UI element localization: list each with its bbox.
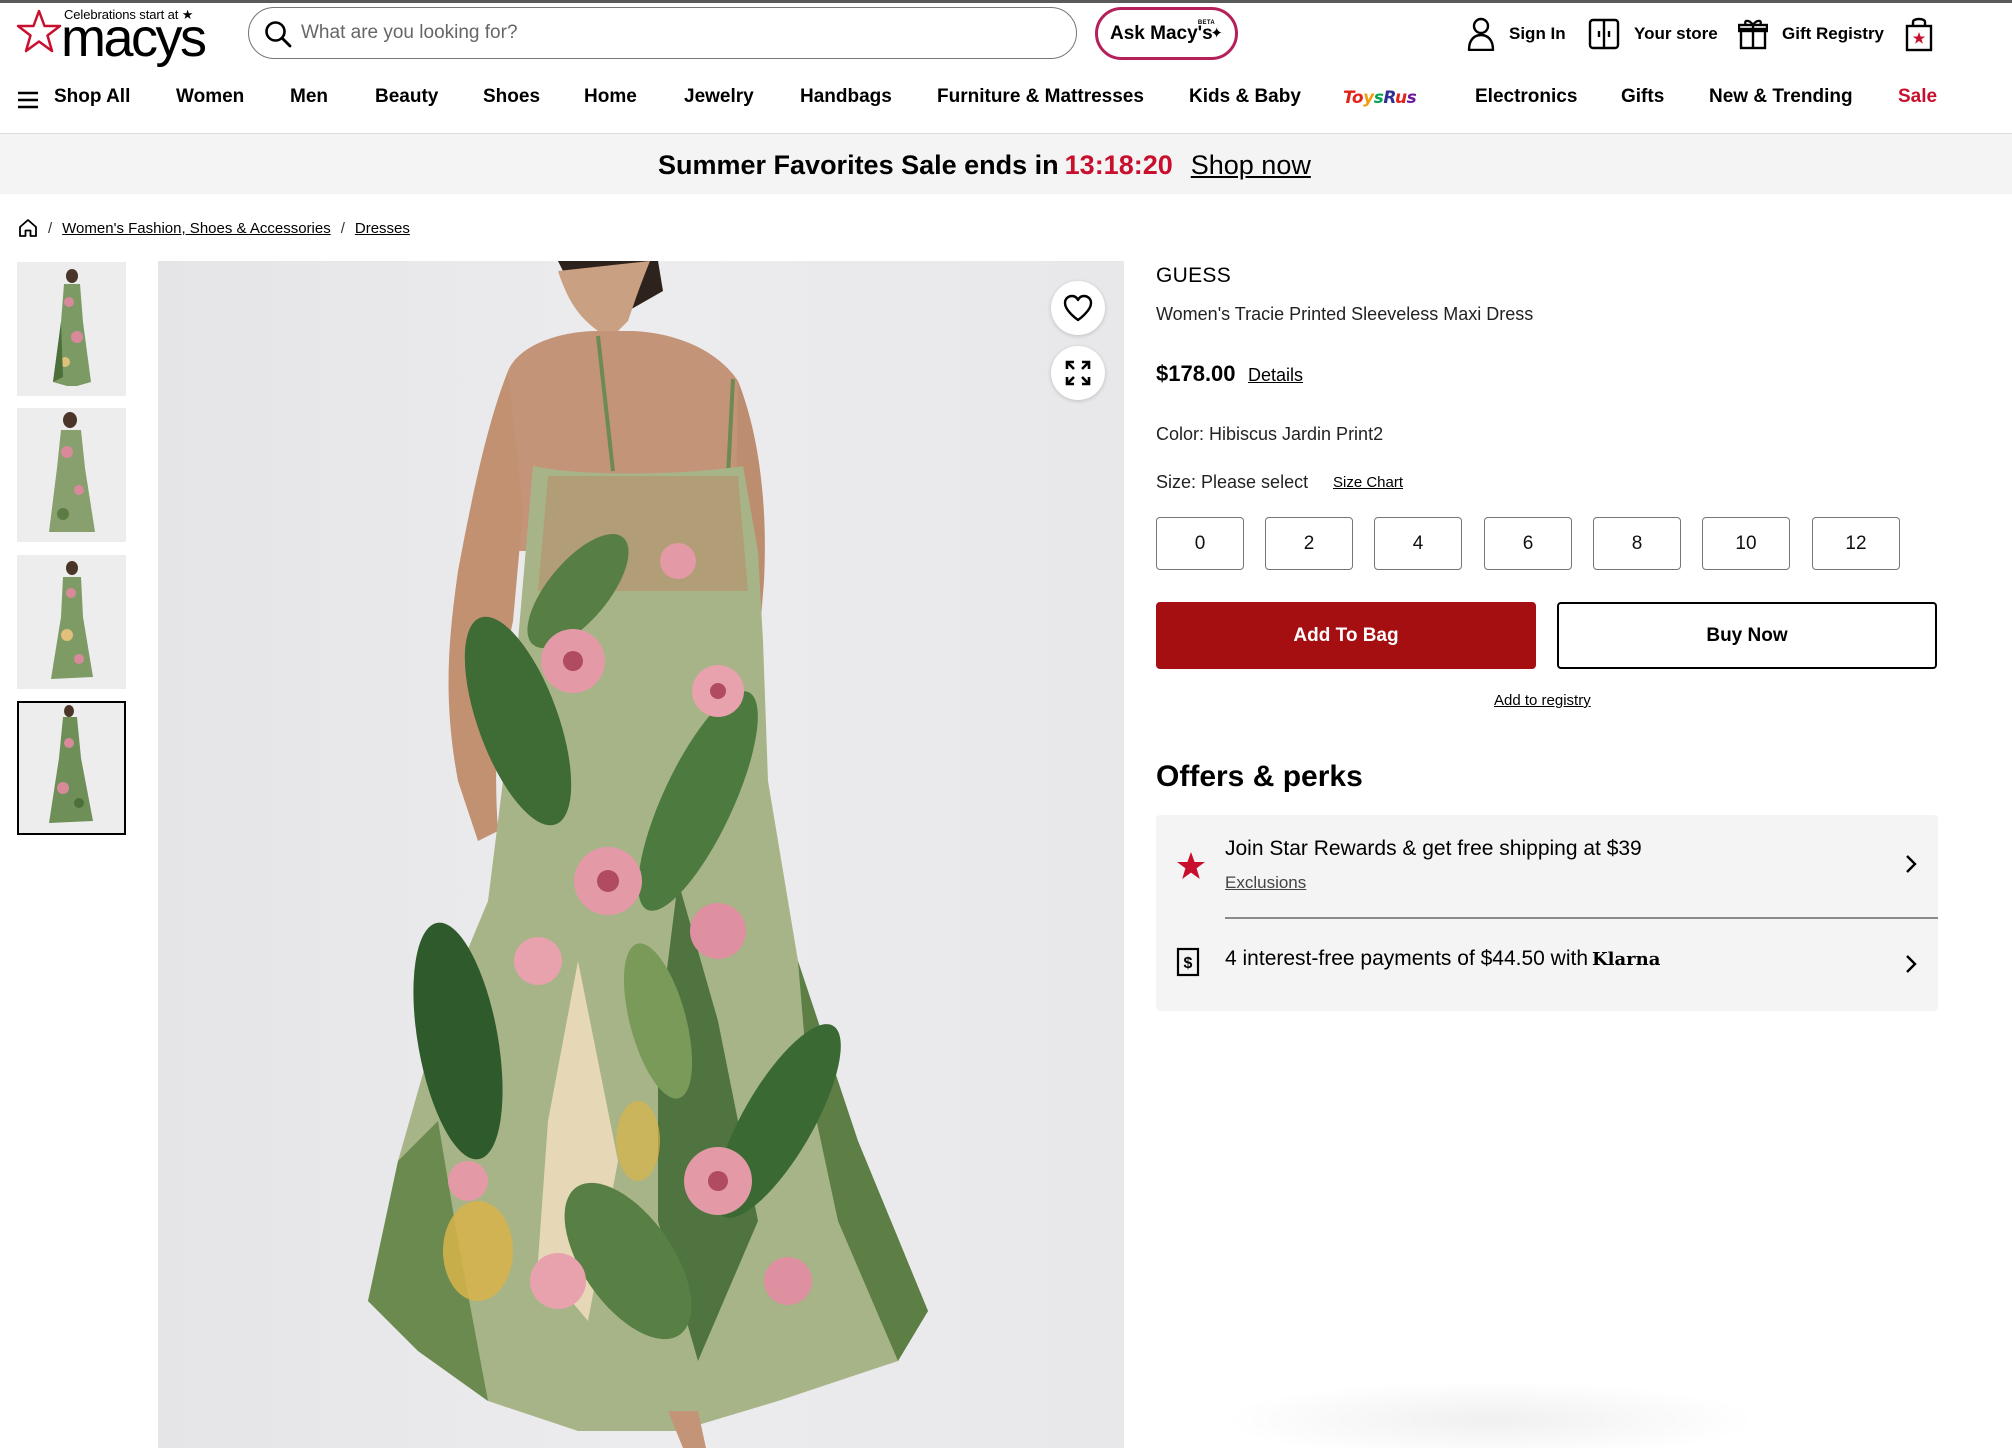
heart-icon [1063,294,1093,322]
product-thumbnail-2[interactable] [17,408,126,542]
background-shadow [1220,1380,1760,1448]
nav-furniture-mattresses[interactable]: Furniture & Mattresses [937,86,1144,108]
klarna-text: 4 interest-free payments of $44.50 with K… [1225,947,1660,971]
site-header: Celebrations start at ★ macys Ask Macy's… [0,3,2012,65]
main-navigation: Shop All Women Men Beauty Shoes Home Jew… [0,80,2012,120]
klarna-payment-text: 4 interest-free payments of $44.50 with [1225,947,1589,970]
product-name: Women's Tracie Printed Sleeveless Maxi D… [1156,304,1534,324]
add-to-favorites-button[interactable] [1051,281,1105,335]
your-store-label: Your store [1634,24,1718,43]
sign-in-label: Sign In [1509,24,1566,43]
dress-photo [368,261,928,1448]
store-icon [1588,18,1620,50]
promo-content: Summer Favorites Sale ends in 13:18:20 Sho… [658,150,1311,181]
nav-jewelry[interactable]: Jewelry [684,86,754,108]
breadcrumb-dresses[interactable]: Dresses [355,220,410,237]
ask-macys-button[interactable]: Ask Macy's BETA ✦ [1095,7,1238,60]
expand-image-button[interactable] [1051,346,1105,400]
size-label: Size: Please select [1156,472,1309,492]
nav-beauty[interactable]: Beauty [375,86,438,108]
expand-icon [1065,360,1091,386]
bag-icon [1905,17,1933,52]
thumbnail-image [19,703,124,833]
product-thumbnail-3[interactable] [17,555,126,689]
gift-registry-label: Gift Registry [1782,24,1885,43]
logo-wordmark: macys [61,8,207,68]
home-icon[interactable] [18,218,38,238]
search-icon [265,21,292,48]
macys-logo[interactable]: Celebrations start at ★ macys [16,5,216,68]
thumbnail-image [17,262,126,396]
thumbnail-image [17,555,126,689]
size-option-12[interactable]: 12 [1812,517,1900,570]
breadcrumb-womens-fashion[interactable]: Women's Fashion, Shoes & Accessories [62,220,331,237]
offers-panel: Join Star Rewards & get free shipping at… [1156,815,1938,1011]
nav-shoes[interactable]: Shoes [483,86,540,108]
klarna-offer[interactable]: $ 4 interest-free payments of $44.50 wit… [1156,919,1938,1011]
nav-new-trending[interactable]: New & Trending [1709,86,1853,108]
exclusions-link[interactable]: Exclusions [1225,873,1306,893]
size-option-6[interactable]: 6 [1484,517,1572,570]
price-details-link[interactable]: Details [1248,365,1303,386]
your-store-link[interactable]: Your store [1588,15,1718,53]
product-thumbnail-1[interactable] [17,262,126,396]
add-to-registry-link[interactable]: Add to registry [1494,692,1591,709]
product-brand[interactable]: GUESS [1156,264,1231,288]
chevron-right-icon [1906,955,1917,973]
gift-icon [1738,19,1768,50]
chevron-right-icon [1906,855,1917,873]
promo-shop-now-link[interactable]: Shop now [1191,150,1311,180]
klarna-logo: Klarna [1592,949,1661,970]
size-option-8[interactable]: 8 [1593,517,1681,570]
product-main-image[interactable] [158,261,1124,1448]
svg-text:$: $ [1184,955,1193,972]
search-bar[interactable] [248,7,1077,59]
color-label: Color: Hibiscus Jardin Print2 [1156,424,1384,444]
size-option-4[interactable]: 4 [1374,517,1462,570]
star-rewards-offer[interactable]: Join Star Rewards & get free shipping at… [1156,815,1938,917]
sparkle-icon: ✦ [1210,25,1223,42]
nav-gifts[interactable]: Gifts [1621,86,1664,108]
nav-men[interactable]: Men [290,86,328,108]
logo-star-icon [16,9,62,53]
breadcrumb: / Women's Fashion, Shoes & Accessories /… [18,217,410,239]
product-thumbnail-4[interactable] [17,701,126,835]
star-icon [1177,852,1205,879]
nav-electronics[interactable]: Electronics [1475,86,1577,108]
nav-women[interactable]: Women [176,86,244,108]
nav-kids-baby[interactable]: Kids & Baby [1189,86,1301,108]
nav-toysrus-logo[interactable]: ToysRus [1343,88,1417,108]
product-price: $178.00 [1156,361,1236,386]
offers-heading: Offers & perks [1156,760,1363,793]
promo-banner: Summer Favorites Sale ends in 13:18:20 Sho… [0,134,2012,194]
shopping-bag-button[interactable] [1905,15,1947,53]
star-rewards-text: Join Star Rewards & get free shipping at… [1225,837,1642,860]
user-icon [1467,17,1495,51]
nav-sale[interactable]: Sale [1898,86,1937,108]
menu-icon[interactable] [17,91,39,109]
add-to-bag-button[interactable]: Add To Bag [1156,602,1536,669]
size-option-10[interactable]: 10 [1702,517,1790,570]
dollar-icon: $ [1176,947,1200,977]
thumbnail-image [17,408,126,542]
breadcrumb-separator: / [340,219,345,237]
breadcrumb-separator: / [48,219,53,237]
sign-in-link[interactable]: Sign In [1467,15,1566,53]
nav-home[interactable]: Home [584,86,637,108]
size-option-0[interactable]: 0 [1156,517,1244,570]
promo-countdown: 13:18:20 [1064,150,1173,180]
promo-text: Summer Favorites Sale ends in [658,150,1059,180]
size-option-2[interactable]: 2 [1265,517,1353,570]
nav-shop-all[interactable]: Shop All [54,86,130,108]
size-chart-link[interactable]: Size Chart [1333,474,1403,491]
nav-handbags[interactable]: Handbags [800,86,892,108]
gift-registry-link[interactable]: Gift Registry [1738,15,1884,53]
search-input[interactable] [301,18,1041,48]
buy-now-button[interactable]: Buy Now [1557,602,1937,669]
